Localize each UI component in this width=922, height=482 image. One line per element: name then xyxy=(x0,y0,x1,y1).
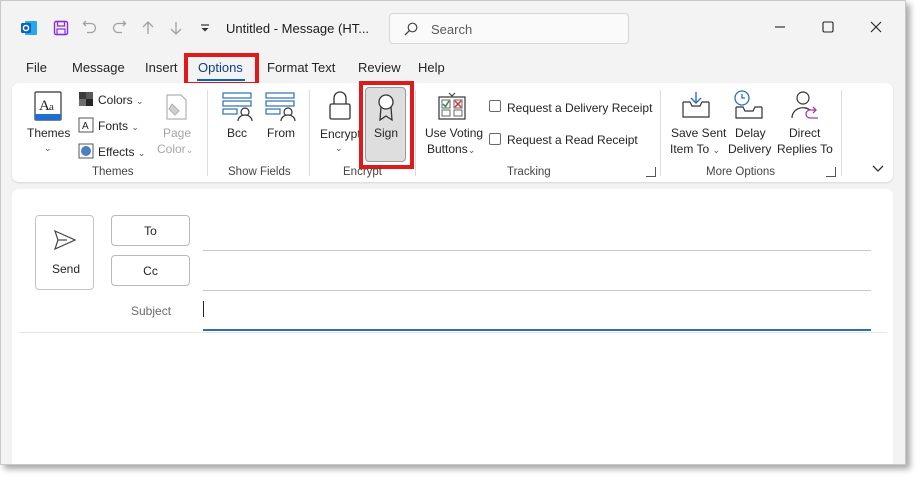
customize-icon[interactable] xyxy=(196,19,214,37)
to-label: To xyxy=(144,223,157,238)
effects-icon xyxy=(78,143,94,162)
search-box[interactable]: Search xyxy=(389,13,629,44)
direct-replies-icon xyxy=(790,90,820,125)
fonts-label: Fonts xyxy=(98,119,129,133)
group-separator xyxy=(841,90,842,176)
fonts-button[interactable]: Fonts ⌄ xyxy=(98,119,139,133)
encrypt-label: Encrypt xyxy=(320,127,361,141)
colors-button[interactable]: Colors ⌄ xyxy=(98,93,144,107)
outlook-logo-icon xyxy=(20,19,38,37)
replies-label-line1: Direct xyxy=(789,126,821,140)
maximize-button[interactable] xyxy=(816,15,840,39)
tab-insert[interactable]: Insert xyxy=(145,60,178,75)
voting-label-line2: Buttons xyxy=(427,142,468,156)
close-button[interactable] xyxy=(864,15,888,39)
read-receipt-label: Request a Read Receipt xyxy=(507,133,638,147)
body-divider xyxy=(19,332,887,333)
save-sent-item-button[interactable]: Item To ⌄ xyxy=(670,142,720,156)
save-icon[interactable] xyxy=(52,19,70,37)
delay-label-line1: Delay xyxy=(735,126,766,140)
redo-icon[interactable] xyxy=(110,19,128,37)
chevron-down-icon: ⌄ xyxy=(335,143,343,153)
use-voting-buttons-button[interactable]: Buttons⌄ xyxy=(427,142,475,156)
delay-delivery-icon xyxy=(732,89,764,124)
delay-delivery-button[interactable]: Delivery xyxy=(728,142,771,156)
send-label: Send xyxy=(52,262,81,276)
group-separator xyxy=(660,90,661,176)
colors-icon xyxy=(78,91,94,110)
send-button[interactable]: Send xyxy=(35,215,94,290)
options-tab-highlight xyxy=(184,53,259,86)
down-arrow-icon[interactable] xyxy=(167,19,185,37)
sign-button-highlight xyxy=(359,81,414,169)
minimize-button[interactable] xyxy=(768,15,792,39)
group-separator xyxy=(309,90,310,176)
svg-text:A: A xyxy=(82,121,89,132)
group-label-tracking: Tracking xyxy=(507,166,551,178)
tab-format-text[interactable]: Format Text xyxy=(267,60,335,75)
lock-icon xyxy=(327,90,353,125)
group-separator xyxy=(207,90,208,176)
search-placeholder: Search xyxy=(431,22,473,37)
more-options-dialog-launcher[interactable] xyxy=(826,167,836,177)
to-button[interactable]: To xyxy=(111,215,190,246)
bcc-icon xyxy=(222,90,254,125)
from-icon xyxy=(265,90,297,125)
voting-buttons-icon xyxy=(437,90,467,125)
group-label-more-options: More Options xyxy=(706,166,776,178)
tracking-dialog-launcher[interactable] xyxy=(646,167,656,177)
group-separator xyxy=(415,90,416,176)
delivery-receipt-checkbox[interactable] xyxy=(489,100,501,112)
subject-field-underline xyxy=(203,329,871,331)
replies-label-line2: Replies To xyxy=(777,142,833,156)
up-arrow-icon[interactable] xyxy=(139,19,157,37)
cc-label: Cc xyxy=(143,263,158,278)
outlook-message-window: Untitled - Message (HT... Search File Me… xyxy=(0,0,906,465)
effects-button[interactable]: Effects ⌄ xyxy=(98,145,145,159)
text-cursor xyxy=(203,301,204,317)
themes-icon: Aa xyxy=(32,90,64,125)
search-icon xyxy=(403,21,419,40)
svg-text:a: a xyxy=(49,101,54,113)
group-label-encrypt: Encrypt xyxy=(343,166,382,178)
chevron-down-icon: ⌄ xyxy=(44,143,52,153)
page-color-icon xyxy=(161,92,191,125)
message-body[interactable] xyxy=(19,335,887,460)
cc-button[interactable]: Cc xyxy=(111,255,190,286)
delay-label-line2: Delivery xyxy=(728,142,772,156)
direct-replies-button[interactable]: Replies To xyxy=(777,142,833,156)
page-color-button[interactable]: Color⌄ xyxy=(157,142,193,156)
window-title: Untitled - Message (HT... xyxy=(226,21,370,36)
to-field-underline xyxy=(203,250,871,251)
fonts-icon: A xyxy=(78,117,94,136)
tab-review[interactable]: Review xyxy=(358,60,401,75)
page-color-label-line1: Page xyxy=(163,126,192,140)
delivery-receipt-label: Request a Delivery Receipt xyxy=(507,101,653,115)
effects-label: Effects xyxy=(98,145,135,159)
bcc-label: Bcc xyxy=(227,126,248,140)
encrypt-button[interactable] xyxy=(323,90,357,130)
read-receipt-checkbox[interactable] xyxy=(489,133,501,145)
cc-field-underline xyxy=(203,290,871,291)
colors-label: Colors xyxy=(98,93,133,107)
themes-label: Themes xyxy=(27,126,71,140)
tab-help[interactable]: Help xyxy=(418,60,445,75)
send-icon xyxy=(53,229,77,253)
undo-icon[interactable] xyxy=(81,19,99,37)
tab-file[interactable]: File xyxy=(26,60,47,75)
subject-label: Subject xyxy=(131,304,172,318)
ribbon-expand-chevron-icon[interactable] xyxy=(872,163,884,177)
title-bar: Untitled - Message (HT... Search xyxy=(1,1,905,51)
group-label-themes: Themes xyxy=(92,166,134,178)
voting-label-line1: Use Voting xyxy=(425,126,484,140)
group-label-show-fields: Show Fields xyxy=(228,166,291,178)
save-sent-label-line1: Save Sent xyxy=(671,126,727,140)
page-color-label-line2: Color xyxy=(157,142,186,156)
tab-message[interactable]: Message xyxy=(72,60,125,75)
save-sent-item-icon xyxy=(681,90,711,123)
from-label: From xyxy=(267,126,295,140)
save-sent-label-line2: Item To xyxy=(670,142,710,156)
